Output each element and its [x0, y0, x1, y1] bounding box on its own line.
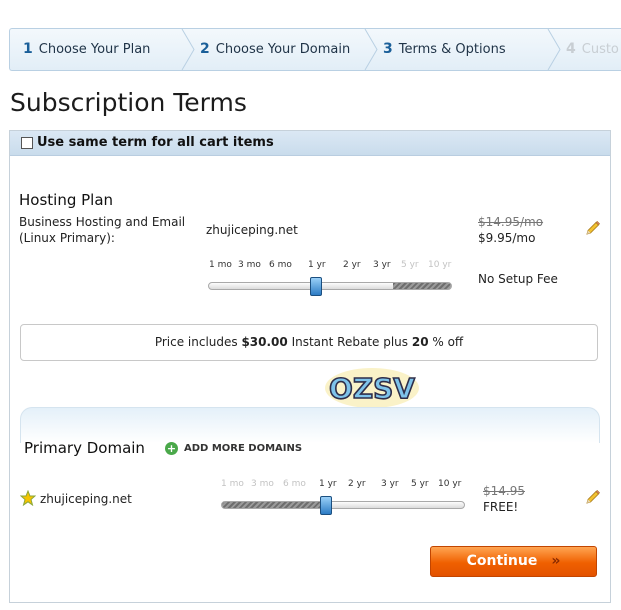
slider-thumb[interactable] — [320, 496, 332, 515]
term-tick: 5 yr — [401, 260, 419, 270]
svg-text:OZSV: OZSV — [329, 372, 415, 405]
primary-domain-name: zhujiceping.net — [40, 492, 132, 506]
hosting-new-price: $9.95/mo — [478, 231, 536, 245]
hosting-old-price: $14.95/mo — [478, 215, 544, 229]
term-tick: 3 mo — [251, 479, 274, 489]
step-number: 4 — [566, 41, 576, 57]
panel-header: Use same term for all cart items — [10, 131, 610, 156]
site-logo: OZSV — [325, 368, 419, 408]
term-tick: 2 yr — [343, 260, 361, 270]
step-label: Terms & Options — [398, 42, 506, 57]
continue-button[interactable]: Continue » — [430, 546, 597, 577]
plus-icon: + — [165, 442, 178, 455]
term-tick: 1 mo — [221, 479, 244, 489]
page-title: Subscription Terms — [10, 88, 247, 117]
term-tick: 5 yr — [411, 479, 429, 489]
term-tick: 2 yr — [348, 479, 366, 489]
step-label: Choose Your Domain — [215, 42, 351, 57]
star-icon — [20, 490, 36, 506]
term-tick: 10 yr — [438, 479, 462, 489]
hosting-domain-name: zhujiceping.net — [206, 223, 298, 237]
step-separator-icon — [364, 29, 378, 70]
add-more-domains-label: ADD MORE DOMAINS — [184, 443, 303, 454]
step-number: 2 — [200, 41, 210, 57]
setup-fee: No Setup Fee — [478, 272, 558, 286]
slider-track[interactable] — [208, 282, 452, 290]
primary-domain-title: Primary Domain — [24, 439, 145, 457]
domain-old-price: $14.95 — [483, 484, 525, 498]
term-tick: 3 yr — [373, 260, 391, 270]
step-number: 1 — [23, 41, 33, 57]
term-tick: 6 mo — [269, 260, 292, 270]
domain-new-price: FREE! — [483, 500, 519, 514]
slider-unavailable-range — [222, 502, 320, 508]
hosting-product-name: Business Hosting and Email — [19, 215, 186, 229]
step-label: Custo — [581, 42, 619, 57]
term-tick: 3 yr — [381, 479, 399, 489]
pencil-icon[interactable] — [584, 490, 600, 506]
step-customize: 4 Custo — [566, 29, 619, 70]
step-label: Choose Your Plan — [38, 42, 151, 57]
step-terms-options[interactable]: 3 Terms & Options — [383, 29, 506, 70]
rebate-amount: $30.00 — [241, 335, 288, 349]
same-term-checkbox[interactable] — [21, 137, 33, 149]
term-tick: 1 yr — [319, 479, 337, 489]
checkout-steps: 1 Choose Your Plan 2 Choose Your Domain 3T… — [9, 28, 621, 71]
continue-label: Continue — [466, 553, 538, 569]
rebate-prefix: Price includes — [154, 335, 242, 349]
term-tick: 10 yr — [428, 260, 452, 270]
term-tick: 1 mo — [209, 260, 232, 270]
step-separator-icon — [181, 29, 195, 70]
term-tick: 6 mo — [283, 479, 306, 489]
hosting-plan-title: Hosting Plan — [19, 191, 114, 209]
hosting-product-type: (Linux Primary): — [19, 231, 115, 245]
slider-unavailable-range — [393, 283, 451, 289]
slider-thumb[interactable] — [310, 277, 322, 296]
step-choose-domain[interactable]: 2 Choose Your Domain — [200, 29, 350, 70]
rebate-middle: Instant Rebate plus — [287, 335, 412, 349]
step-choose-plan[interactable]: 1 Choose Your Plan — [23, 29, 150, 70]
rebate-percent: 20 — [411, 335, 429, 349]
rebate-suffix: % off — [428, 335, 464, 349]
term-tick: 1 yr — [308, 260, 326, 270]
terms-panel: Use same term for all cart items Hosting… — [9, 130, 611, 603]
double-chevron-right-icon: » — [551, 553, 561, 569]
rebate-notice: Price includes $30.00 Instant Rebate plu… — [20, 324, 598, 361]
same-term-label[interactable]: Use same term for all cart items — [37, 135, 274, 150]
step-number: 3 — [383, 41, 393, 57]
pencil-icon[interactable] — [584, 221, 600, 237]
add-more-domains-link[interactable]: + ADD MORE DOMAINS — [165, 442, 302, 455]
primary-domain-box — [20, 407, 600, 443]
term-tick: 3 mo — [238, 260, 261, 270]
step-separator-icon — [547, 29, 561, 70]
slider-track[interactable] — [221, 501, 465, 509]
